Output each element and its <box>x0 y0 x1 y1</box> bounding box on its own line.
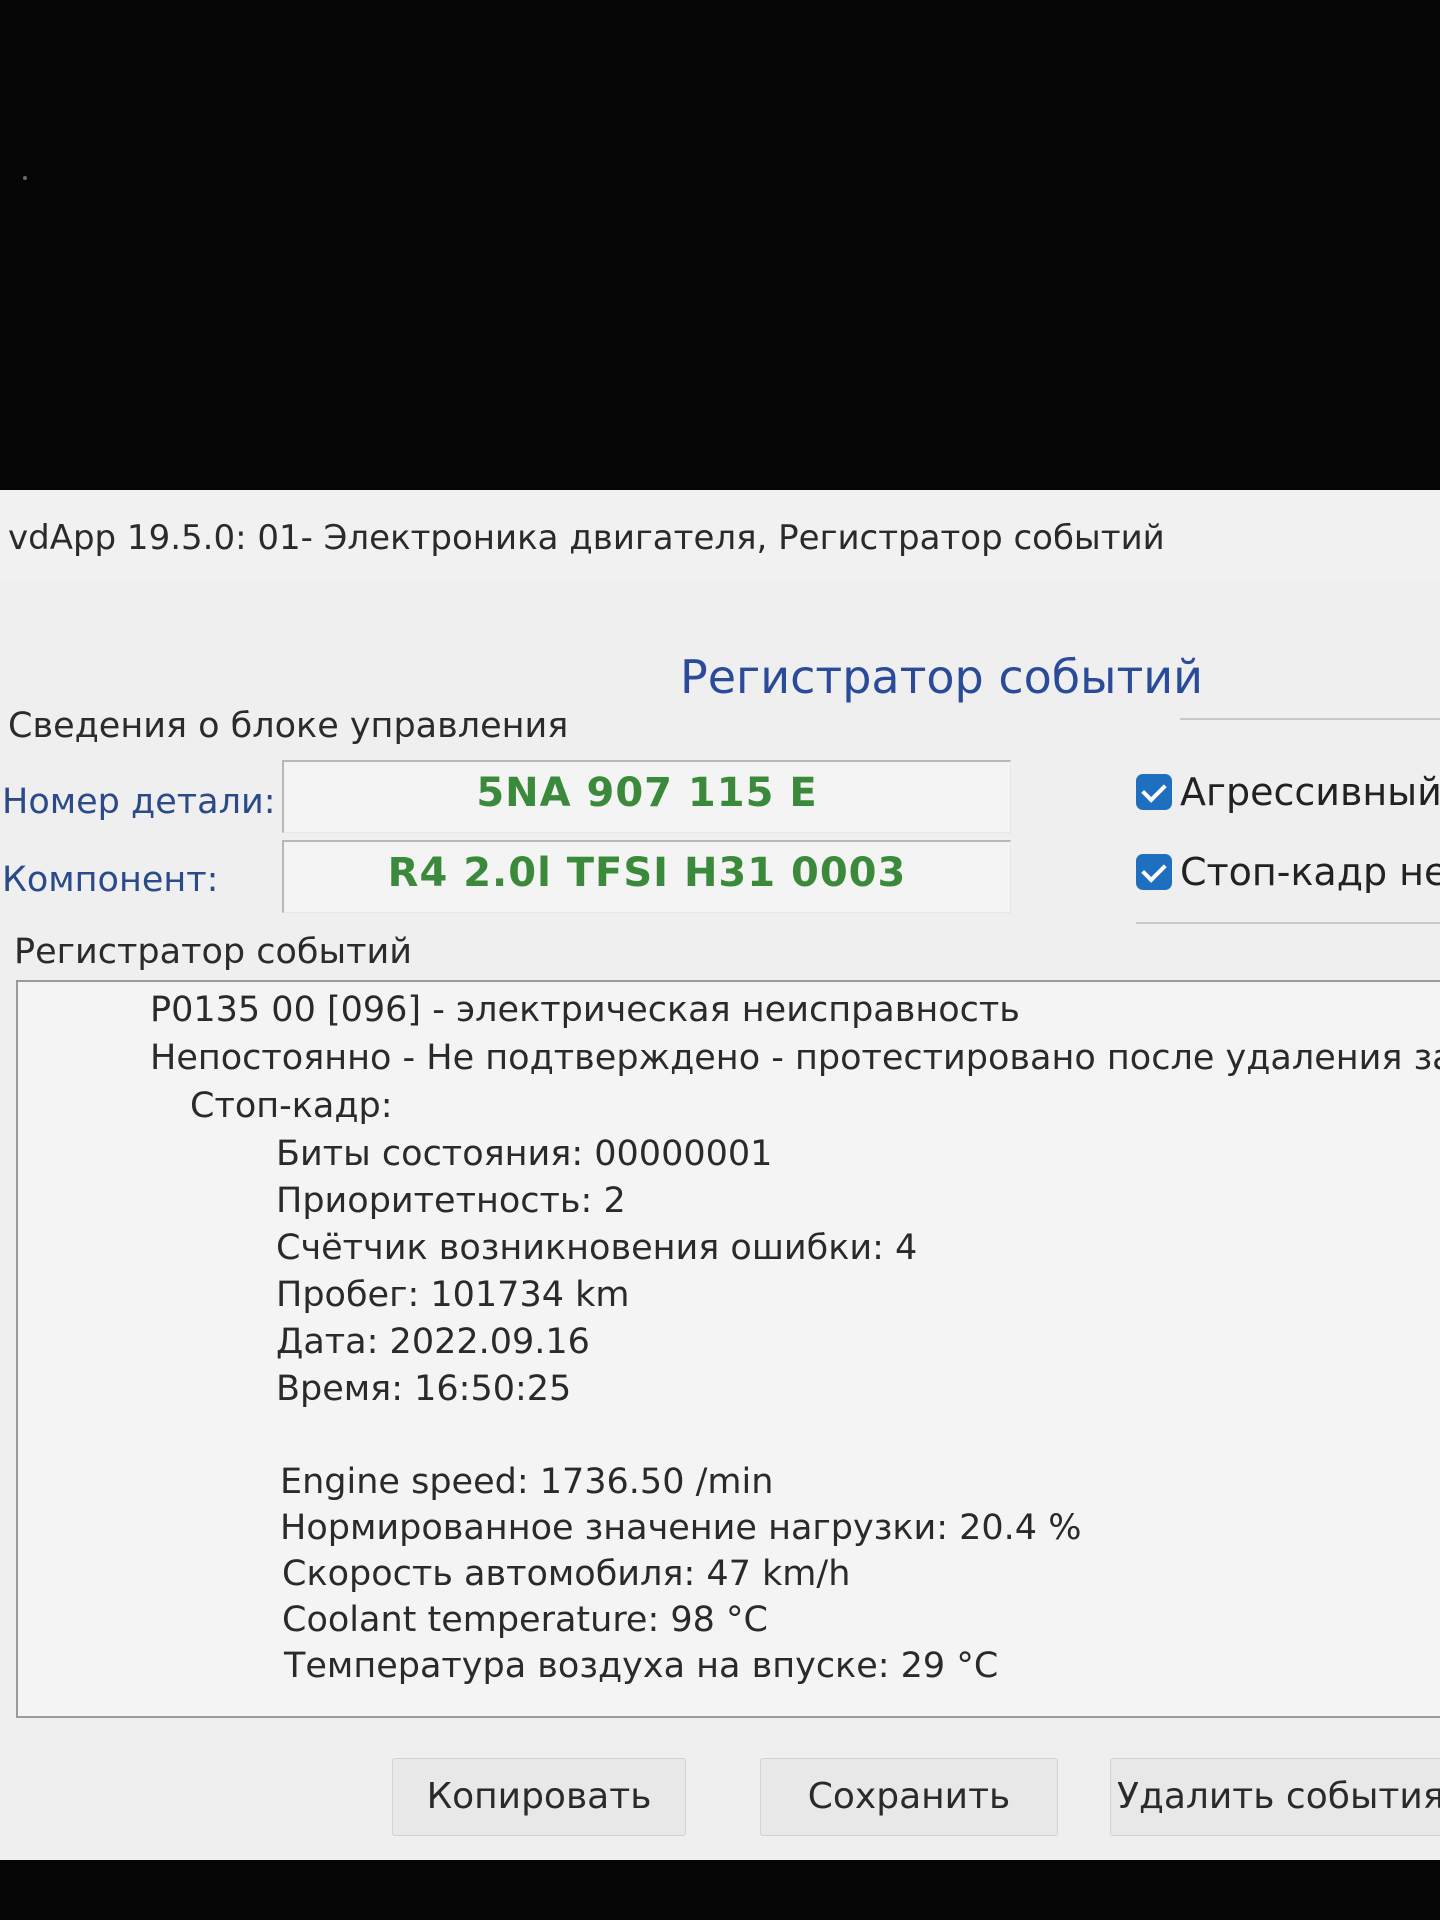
component-label: Компонент: <box>2 860 219 900</box>
event-log-group-label: Регистратор событий <box>14 932 412 972</box>
part-number-field[interactable]: 5NA 907 115 E <box>282 760 1011 833</box>
part-number-value: 5NA 907 115 E <box>476 770 818 816</box>
divider <box>1180 718 1440 720</box>
log-line: P0135 00 [096] - электрическая неисправн… <box>150 990 1020 1030</box>
freeze-frame-checkbox[interactable]: Стоп-кадр неи <box>1136 850 1440 894</box>
divider <box>1136 922 1440 924</box>
freeze-frame-checkbox-label: Стоп-кадр неи <box>1180 850 1440 894</box>
dialog-title: Регистратор событий <box>680 650 1204 704</box>
part-number-label: Номер детали: <box>2 782 276 822</box>
title-bar: vdApp 19.5.0: 01- Электроника двигателя,… <box>0 490 1440 582</box>
aggressive-checkbox-label: Агрессивный <box>1180 770 1440 814</box>
log-line: Температура воздуха на впуске: 29 °C <box>284 1646 999 1686</box>
log-line: Engine speed: 1736.50 /min <box>280 1462 774 1502</box>
window-title: vdApp 19.5.0: 01- Электроника двигателя,… <box>8 518 1165 558</box>
log-line: Счётчик возникновения ошибки: 4 <box>276 1228 918 1268</box>
log-line: Стоп-кадр: <box>190 1086 393 1126</box>
log-line: Coolant temperature: 98 °C <box>282 1600 768 1640</box>
save-button[interactable]: Сохранить <box>760 1758 1058 1836</box>
event-log-text[interactable]: P0135 00 [096] - электрическая неисправн… <box>16 980 1440 1718</box>
checkbox-checked-icon <box>1136 774 1172 810</box>
component-field[interactable]: R4 2.0l TFSI H31 0003 <box>282 840 1011 913</box>
checkbox-checked-icon <box>1136 854 1172 890</box>
log-line: Скорость автомобиля: 47 km/h <box>282 1554 851 1594</box>
log-line: Непостоянно - Не подтверждено - протести… <box>150 1038 1440 1078</box>
delete-events-button[interactable]: Удалить события <box>1110 1758 1440 1836</box>
app-window: vdApp 19.5.0: 01- Электроника двигателя,… <box>0 490 1440 1860</box>
copy-button[interactable]: Копировать <box>392 1758 686 1836</box>
log-line: Биты состояния: 00000001 <box>276 1134 773 1174</box>
camera-dot <box>23 176 27 180</box>
log-line: Время: 16:50:25 <box>276 1369 572 1409</box>
log-line: Нормированное значение нагрузки: 20.4 % <box>280 1508 1082 1548</box>
log-line: Пробег: 101734 km <box>276 1275 630 1315</box>
log-line: Приоритетность: 2 <box>276 1181 626 1221</box>
ecu-info-group-label: Сведения о блоке управления <box>8 706 569 746</box>
component-value: R4 2.0l TFSI H31 0003 <box>387 850 907 896</box>
log-line: Дата: 2022.09.16 <box>276 1322 590 1362</box>
aggressive-checkbox[interactable]: Агрессивный <box>1136 770 1440 814</box>
